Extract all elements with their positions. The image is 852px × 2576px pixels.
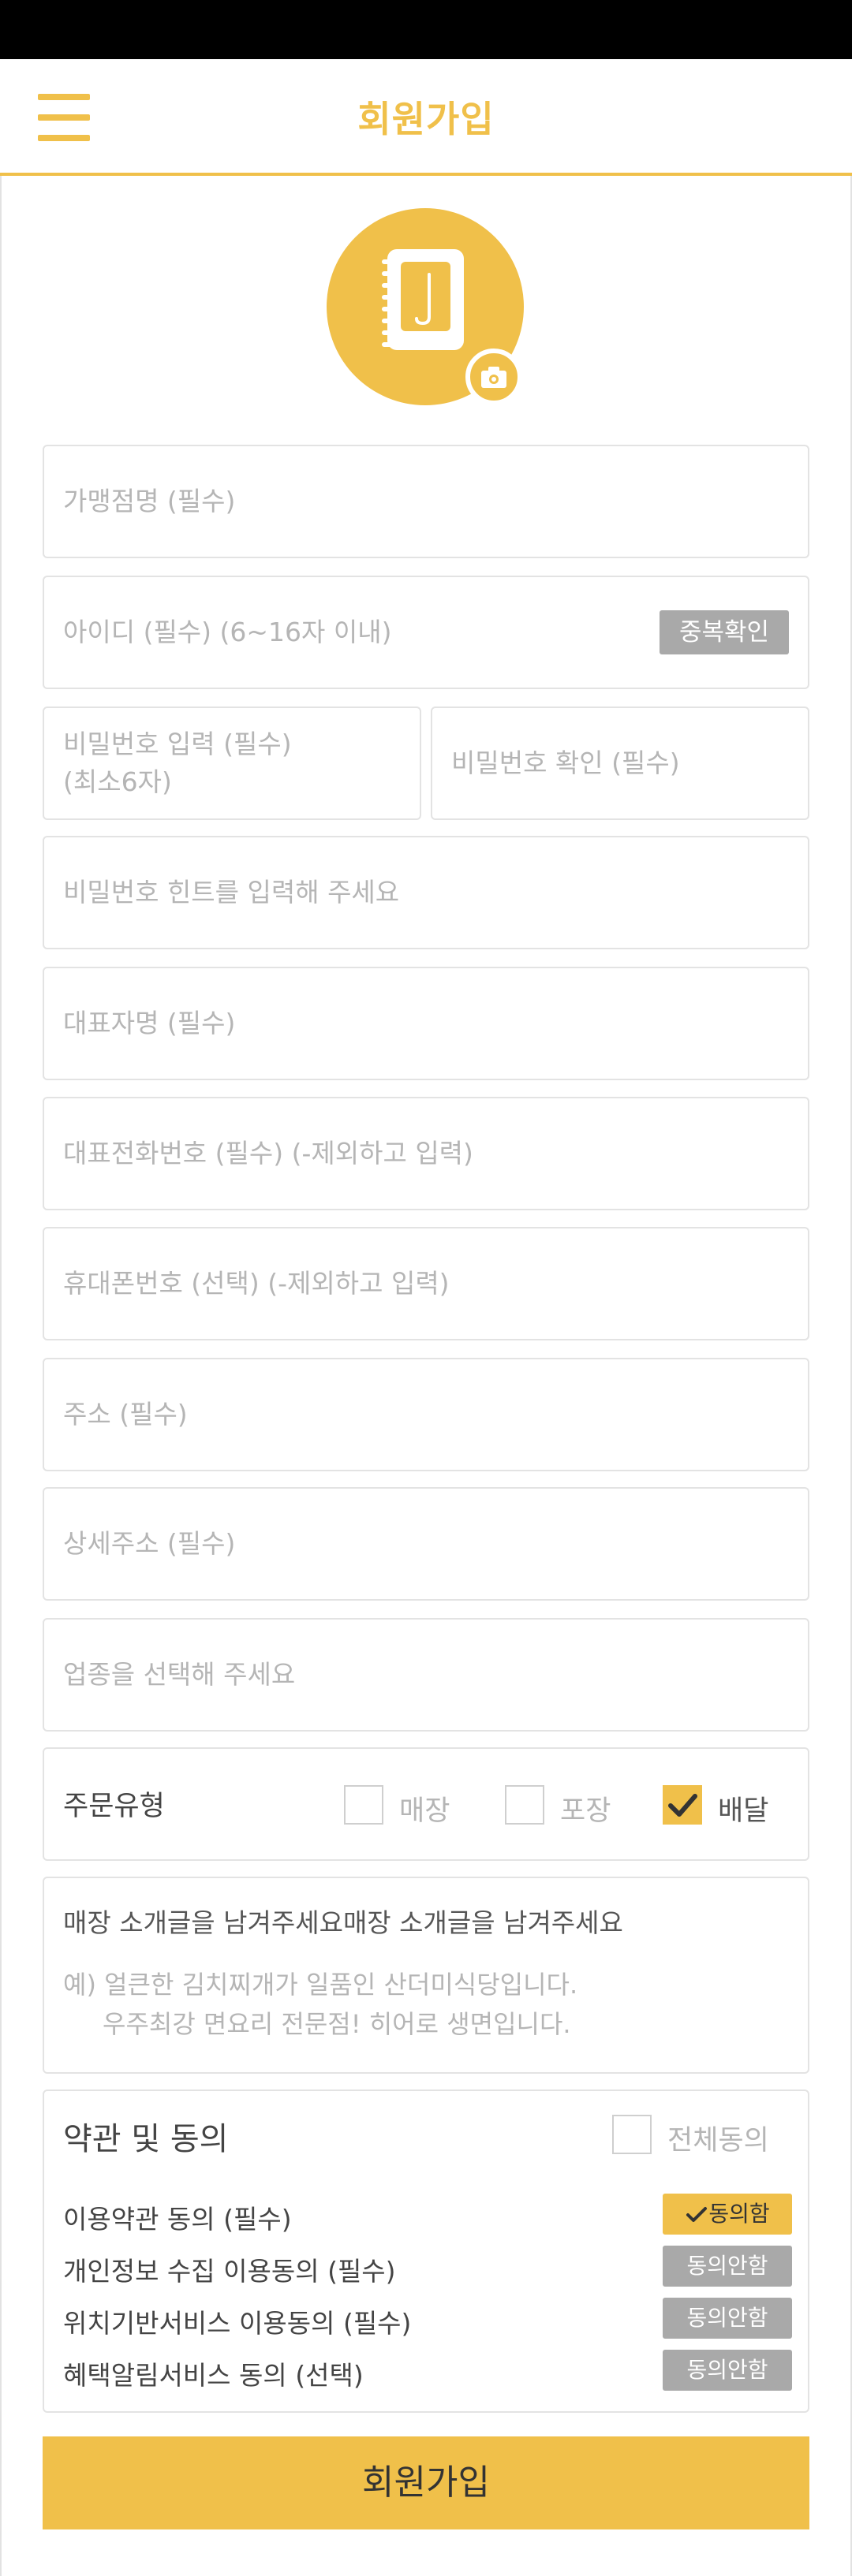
store-intro-field[interactable]: 매장 소개글을 남겨주세요매장 소개글을 남겨주세요 예) 얼큰한 김치찌개가 … xyxy=(43,1877,809,2074)
terms-label: 이용약관 동의 (필수) xyxy=(63,2204,292,2235)
password-placeholder: 비밀번호 입력 (필수) (최소6자) xyxy=(63,725,292,801)
terms-title: 약관 및 동의 xyxy=(63,2121,229,2157)
order-type-group: 주문유형 매장 포장 배달 xyxy=(43,1747,809,1861)
password-min-note: (최소6자) xyxy=(63,766,172,797)
duplicate-check-button[interactable]: 중복확인 xyxy=(660,610,789,654)
delivery-label: 배달 xyxy=(718,1795,769,1827)
camera-icon xyxy=(481,367,506,388)
password-hint-placeholder: 비밀번호 힌트를 입력해 주세요 xyxy=(63,877,400,908)
business-type-select[interactable]: 업종을 선택해 주세요 xyxy=(43,1618,809,1732)
address-detail-placeholder: 상세주소 (필수) xyxy=(63,1528,236,1559)
terms-agree-button[interactable]: 동의안함 xyxy=(663,2350,792,2391)
terms-row: 이용약관 동의 (필수) 동의함 xyxy=(63,2192,792,2236)
password-confirm-placeholder: 비밀번호 확인 (필수) xyxy=(451,747,680,778)
agree-all-option[interactable]: 전체동의 xyxy=(612,2113,794,2157)
terms-agree-button[interactable]: 동의안함 xyxy=(663,2298,792,2339)
dine-in-label: 매장 xyxy=(399,1795,450,1827)
takeout-label: 포장 xyxy=(560,1795,611,1827)
store-name-placeholder: 가맹점명 (필수) xyxy=(63,486,236,516)
app-header: 회원가입 xyxy=(0,59,852,176)
phone-field[interactable]: 대표전화번호 (필수) (-제외하고 입력) xyxy=(43,1097,809,1210)
agree-all-checkbox[interactable] xyxy=(612,2115,652,2154)
password-confirm-field[interactable]: 비밀번호 확인 (필수) xyxy=(431,706,809,820)
delivery-checkbox[interactable] xyxy=(663,1785,702,1825)
terms-label: 개인정보 수집 이용동의 (필수) xyxy=(63,2256,396,2287)
terms-label: 위치기반서비스 이용동의 (필수) xyxy=(63,2308,412,2339)
order-option-dine-in[interactable]: 매장 xyxy=(344,1784,462,1828)
store-name-field[interactable]: 가맹점명 (필수) xyxy=(43,445,809,558)
representative-name-field[interactable]: 대표자명 (필수) xyxy=(43,967,809,1080)
order-type-label: 주문유형 xyxy=(63,1791,165,1822)
order-option-delivery[interactable]: 배달 xyxy=(663,1784,781,1828)
mobile-placeholder: 휴대폰번호 (선택) (-제외하고 입력) xyxy=(63,1268,450,1299)
password-label: 비밀번호 입력 (필수) xyxy=(63,729,292,759)
mobile-field[interactable]: 휴대폰번호 (선택) (-제외하고 입력) xyxy=(43,1227,809,1340)
camera-button[interactable] xyxy=(465,349,522,405)
status-bar xyxy=(0,0,852,59)
password-hint-field[interactable]: 비밀번호 힌트를 입력해 주세요 xyxy=(43,836,809,949)
check-icon xyxy=(668,1794,697,1817)
store-intro-example-1: 예) 얼큰한 김치찌개가 일품인 산더미식당입니다. xyxy=(63,1970,578,2000)
terms-section: 약관 및 동의 전체동의 이용약관 동의 (필수) 동의함 개인정보 수집 이용… xyxy=(43,2090,809,2413)
address-field[interactable]: 주소 (필수) xyxy=(43,1358,809,1471)
takeout-checkbox[interactable] xyxy=(505,1785,544,1825)
store-intro-example-2: 우주최강 면요리 전문점! 히어로 생면입니다. xyxy=(103,2009,571,2039)
left-border xyxy=(0,176,2,2576)
terms-agree-button[interactable]: 동의안함 xyxy=(663,2246,792,2287)
terms-row: 위치기반서비스 이용동의 (필수) 동의안함 xyxy=(63,2296,792,2340)
address-placeholder: 주소 (필수) xyxy=(63,1399,188,1430)
phone-placeholder: 대표전화번호 (필수) (-제외하고 입력) xyxy=(63,1138,473,1169)
terms-label: 혜택알림서비스 동의 (선택) xyxy=(63,2360,364,2391)
business-type-placeholder: 업종을 선택해 주세요 xyxy=(63,1659,296,1690)
signup-submit-button[interactable]: 회원가입 xyxy=(43,2436,809,2529)
agree-all-label: 전체동의 xyxy=(667,2125,769,2157)
dine-in-checkbox[interactable] xyxy=(344,1785,383,1825)
store-intro-title: 매장 소개글을 남겨주세요매장 소개글을 남겨주세요 xyxy=(63,1907,623,1938)
user-id-placeholder: 아이디 (필수) (6~16자 이내) xyxy=(63,617,392,647)
terms-row: 혜택알림서비스 동의 (선택) 동의안함 xyxy=(63,2348,792,2392)
terms-row: 개인정보 수집 이용동의 (필수) 동의안함 xyxy=(63,2244,792,2288)
representative-name-placeholder: 대표자명 (필수) xyxy=(63,1008,236,1038)
password-field[interactable]: 비밀번호 입력 (필수) (최소6자) xyxy=(43,706,421,820)
page-title: 회원가입 xyxy=(357,98,495,140)
order-option-takeout[interactable]: 포장 xyxy=(505,1784,623,1828)
user-id-field[interactable]: 아이디 (필수) (6~16자 이내) 중복확인 xyxy=(43,576,809,689)
terms-agree-status: 동의함 xyxy=(708,2201,770,2227)
check-icon xyxy=(686,2207,708,2222)
terms-agree-button[interactable]: 동의함 xyxy=(663,2194,792,2235)
address-detail-field[interactable]: 상세주소 (필수) xyxy=(43,1487,809,1601)
